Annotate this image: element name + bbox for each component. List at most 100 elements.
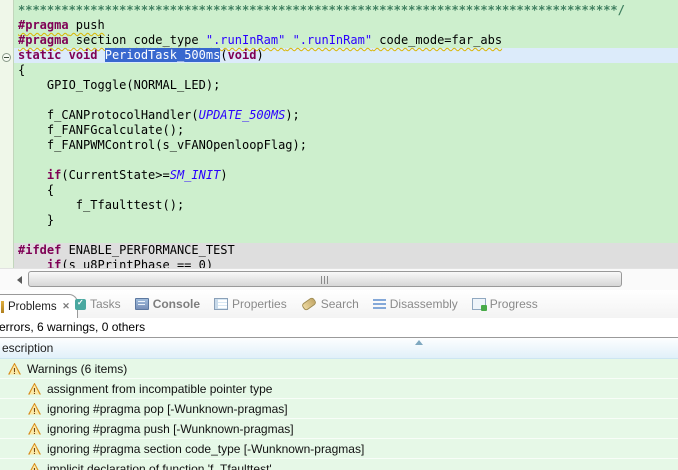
code-token: ".runInRam" (292, 33, 373, 47)
code-token: f_CANProtocolHandler( (18, 108, 199, 122)
code-token: f_Tfaulttest(); (18, 198, 185, 212)
view-button-tasks[interactable]: Tasks (75, 297, 121, 311)
warning-row[interactable]: ! assignment from incompatible pointer ty… (0, 379, 678, 399)
code-token: ); (285, 108, 300, 122)
problems-panel: Problems Tasks Console Properties Search Disa… (0, 290, 678, 470)
code-line[interactable]: if(s_u8PrintPhase == 0) (14, 258, 678, 268)
warning-icon: ! (28, 382, 41, 395)
code-token: if (46, 258, 62, 268)
code-token: code_mode=far_abs (372, 33, 503, 47)
code-line[interactable] (14, 153, 678, 168)
warning-row[interactable]: ! ignoring #pragma pop [-Wunknown-pragmas… (0, 399, 678, 419)
sort-ascending-icon (415, 340, 423, 345)
scrollbar-thumb[interactable] (28, 271, 622, 287)
tasks-icon (75, 298, 86, 310)
disassembly-icon (372, 299, 386, 309)
code-line[interactable]: GPIO_Toggle(NORMAL_LED); (14, 78, 678, 93)
close-icon[interactable] (61, 301, 72, 312)
code-token: static (18, 48, 62, 62)
view-button-search[interactable]: Search (300, 296, 359, 312)
scrollbar-track[interactable] (26, 271, 660, 288)
code-token: ( (220, 48, 228, 62)
warning-row[interactable]: ! ignoring #pragma push [-Wunknown-pragma… (0, 419, 678, 439)
ide-window: ****************************************… (0, 0, 678, 470)
code-token: { (18, 63, 26, 77)
problem-description: implicit declaration of function 'f_Tfau… (47, 461, 272, 470)
problems-icon (1, 300, 4, 313)
warnings-group-row[interactable]: ! Warnings (6 items) (0, 359, 678, 379)
properties-icon (214, 298, 229, 310)
code-token: #pragma (18, 18, 69, 32)
code-line[interactable] (14, 93, 678, 108)
console-icon (134, 298, 149, 310)
view-label: Progress (489, 297, 538, 311)
code-token: ) (256, 48, 264, 62)
problem-description: ignoring #pragma push [-Wunknown-pragmas… (47, 421, 294, 436)
problems-list: ! Warnings (6 items)! assignment from inco… (0, 359, 678, 470)
selected-text: PeriodTask_500ms (104, 48, 221, 62)
code-line[interactable]: f_Tfaulttest(); (14, 198, 678, 213)
view-label: Search (320, 297, 359, 311)
description-column-header[interactable]: escription (0, 337, 678, 359)
code-token: f_FANPWMControl(s_vFANOpenloopFlag); (18, 138, 307, 152)
code-token: #ifdef (18, 243, 62, 257)
code-editor[interactable]: ****************************************… (0, 0, 678, 268)
code-token: push (68, 18, 105, 32)
warning-icon: ! (8, 362, 21, 375)
code-token: ) (220, 168, 228, 182)
warning-icon: ! (28, 402, 41, 415)
view-buttons: Tasks Console Properties Search Disassembly P… (75, 290, 538, 318)
code-token: { (18, 183, 55, 197)
code-line[interactable] (14, 228, 678, 243)
code-token: void (227, 48, 257, 62)
search-icon (300, 296, 317, 312)
warning-row[interactable]: ! ignoring #pragma section code_type [-Wu… (0, 439, 678, 459)
warning-icon: ! (28, 442, 41, 455)
code-token: if (46, 168, 62, 182)
fold-collapse-icon[interactable] (2, 53, 11, 62)
code-token: UPDATE_500MS (198, 108, 286, 122)
code-line[interactable]: { (14, 183, 678, 198)
view-label: Console (152, 297, 201, 311)
view-button-progress[interactable]: Progress (471, 297, 538, 311)
code-line[interactable]: f_FANFGcalculate(); (14, 123, 678, 138)
code-line[interactable]: #pragma section code_type ".runInRam" ".… (14, 33, 678, 48)
scrollbar-grip-icon (321, 276, 330, 284)
code-line[interactable]: f_CANProtocolHandler(UPDATE_500MS); (14, 108, 678, 123)
view-label: Properties (232, 297, 287, 311)
code-line[interactable]: { (14, 63, 678, 78)
scrollbar-left-arrow-icon[interactable] (17, 276, 22, 284)
code-token: (CurrentState>= (61, 168, 170, 182)
code-line[interactable]: f_FANPWMControl(s_vFANOpenloopFlag); (14, 138, 678, 153)
code-token: ENABLE_PERFORMANCE_TEST (61, 243, 235, 257)
view-button-console[interactable]: Console (134, 297, 201, 311)
tab-problems[interactable]: Problems (0, 294, 78, 318)
code-token: f_FANFGcalculate(); (18, 123, 185, 137)
warning-icon: ! (28, 462, 41, 470)
problem-description: assignment from incompatible pointer typ… (47, 381, 273, 396)
view-label: Tasks (90, 297, 121, 311)
code-token: } (18, 213, 55, 227)
code-line[interactable]: static void PeriodTask_500ms(void) (14, 48, 678, 63)
code-line[interactable]: } (14, 213, 678, 228)
code-line[interactable]: #pragma push (14, 18, 678, 33)
view-button-disassembly[interactable]: Disassembly (372, 297, 458, 311)
code-line[interactable]: #ifdef ENABLE_PERFORMANCE_TEST (14, 243, 678, 258)
code-line[interactable]: if(CurrentState>=SM_INIT) (14, 168, 678, 183)
view-button-properties[interactable]: Properties (214, 297, 287, 311)
problem-description: Warnings (6 items) (27, 361, 128, 376)
view-tab-bar: Problems Tasks Console Properties Search Disa… (0, 290, 678, 318)
code-line[interactable]: ****************************************… (14, 3, 678, 18)
problem-description: ignoring #pragma pop [-Wunknown-pragmas] (47, 401, 288, 416)
code-text-area[interactable]: ****************************************… (14, 3, 678, 268)
tab-label: Problems (8, 300, 57, 313)
view-label: Disassembly (389, 297, 458, 311)
editor-gutter[interactable] (0, 0, 14, 268)
horizontal-scrollbar[interactable] (0, 268, 678, 290)
code-token: ".runInRam" (205, 33, 286, 47)
warning-row[interactable]: ! implicit declaration of function 'f_Tfa… (0, 459, 678, 470)
